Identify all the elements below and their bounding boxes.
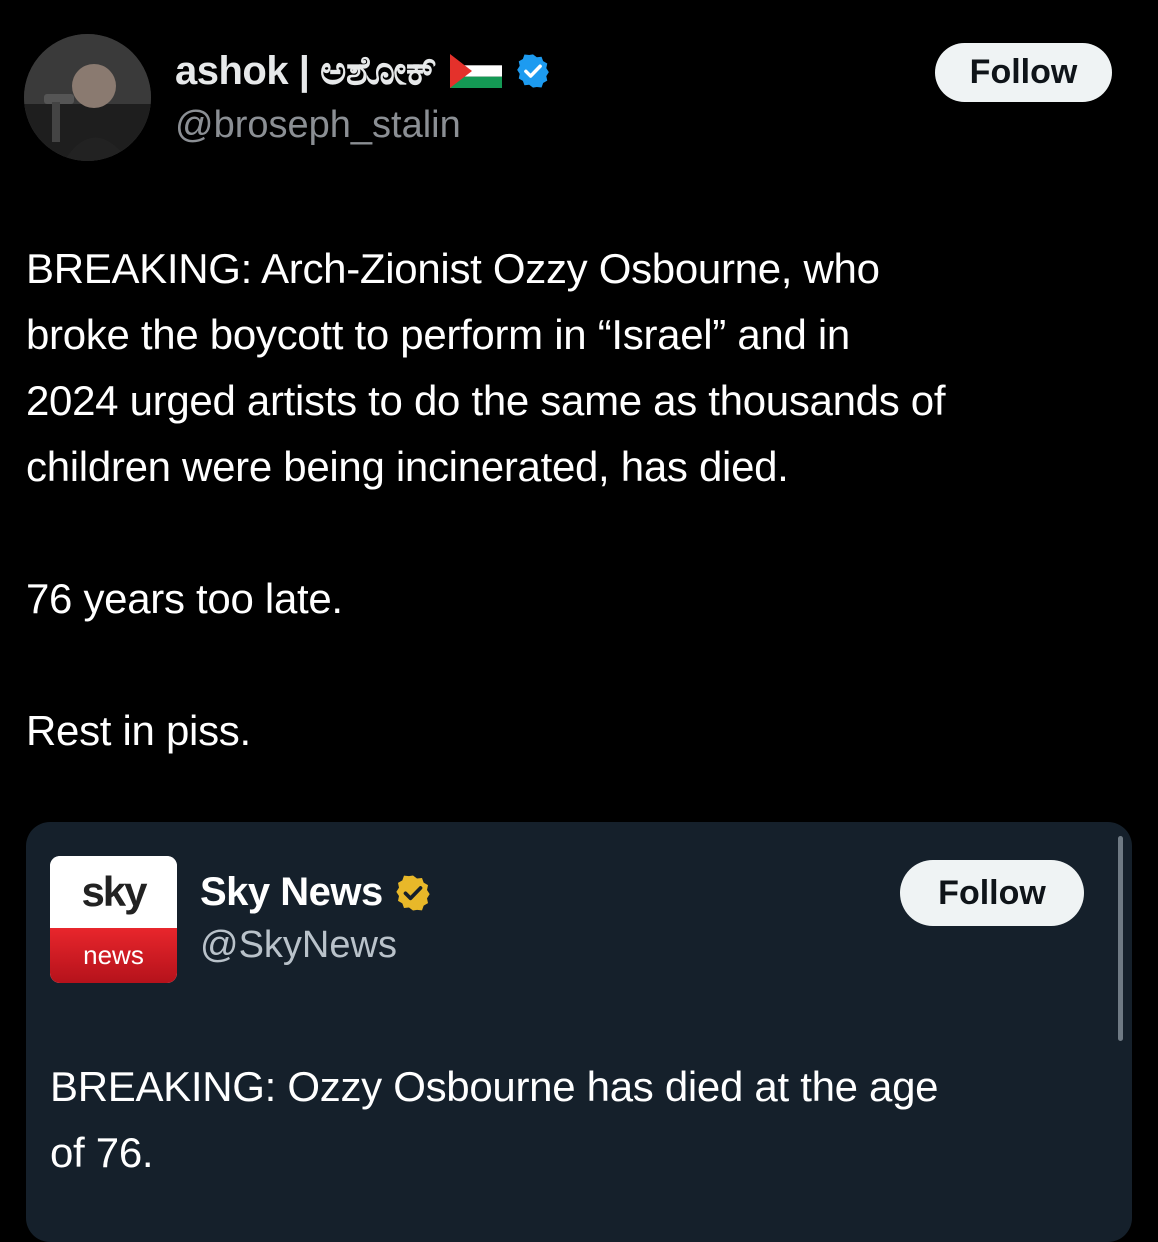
follow-button[interactable]: Follow xyxy=(935,43,1112,102)
quoted-text-line: BREAKING: Ozzy Osbourne has died at the … xyxy=(50,1063,939,1110)
quoted-tweet-card[interactable]: sky news Sky News @SkyNews Follow BREAKI… xyxy=(26,822,1132,1242)
avatar-image xyxy=(24,34,151,161)
author-avatar[interactable] xyxy=(24,34,151,161)
verified-badge-icon xyxy=(517,54,550,88)
sky-logo-top: sky xyxy=(50,856,177,928)
quoted-tweet-text: BREAKING: Ozzy Osbourne has died at the … xyxy=(50,1054,1090,1186)
tweet-text-line: Rest in piss. xyxy=(26,707,251,754)
gold-verified-badge-icon xyxy=(396,875,430,910)
author-name-row: ashok | ಅಶೋಕ್ xyxy=(175,46,552,96)
quoted-text-line: of 76. xyxy=(50,1129,154,1176)
quoted-author-name-row: Sky News xyxy=(200,870,433,915)
author-display-name[interactable]: ashok | ಅಶೋಕ್ xyxy=(175,49,437,94)
palestine-flag-icon xyxy=(450,54,503,88)
news-logo-word: news xyxy=(83,940,144,970)
tweet-text-line: 2024 urged artists to do the same as tho… xyxy=(26,377,946,424)
tweet-text-line: broke the boycott to perform in “Israel”… xyxy=(26,311,850,358)
sky-logo-bottom: news xyxy=(50,928,177,983)
tweet-text-line: 76 years too late. xyxy=(26,575,343,622)
sky-news-logo[interactable]: sky news xyxy=(50,856,177,983)
scrollbar[interactable] xyxy=(1118,836,1123,1041)
author-handle[interactable]: @broseph_stalin xyxy=(175,104,461,147)
tweet-text: BREAKING: Arch-Zionist Ozzy Osbourne, wh… xyxy=(26,236,1136,764)
quoted-author-handle[interactable]: @SkyNews xyxy=(200,924,397,967)
tweet-text-line: children were being incinerated, has die… xyxy=(26,443,789,490)
quoted-follow-button[interactable]: Follow xyxy=(900,860,1084,926)
sky-logo-word: sky xyxy=(81,868,147,915)
tweet-text-line: BREAKING: Arch-Zionist Ozzy Osbourne, wh… xyxy=(26,245,880,292)
quoted-author-display-name[interactable]: Sky News xyxy=(200,870,383,915)
